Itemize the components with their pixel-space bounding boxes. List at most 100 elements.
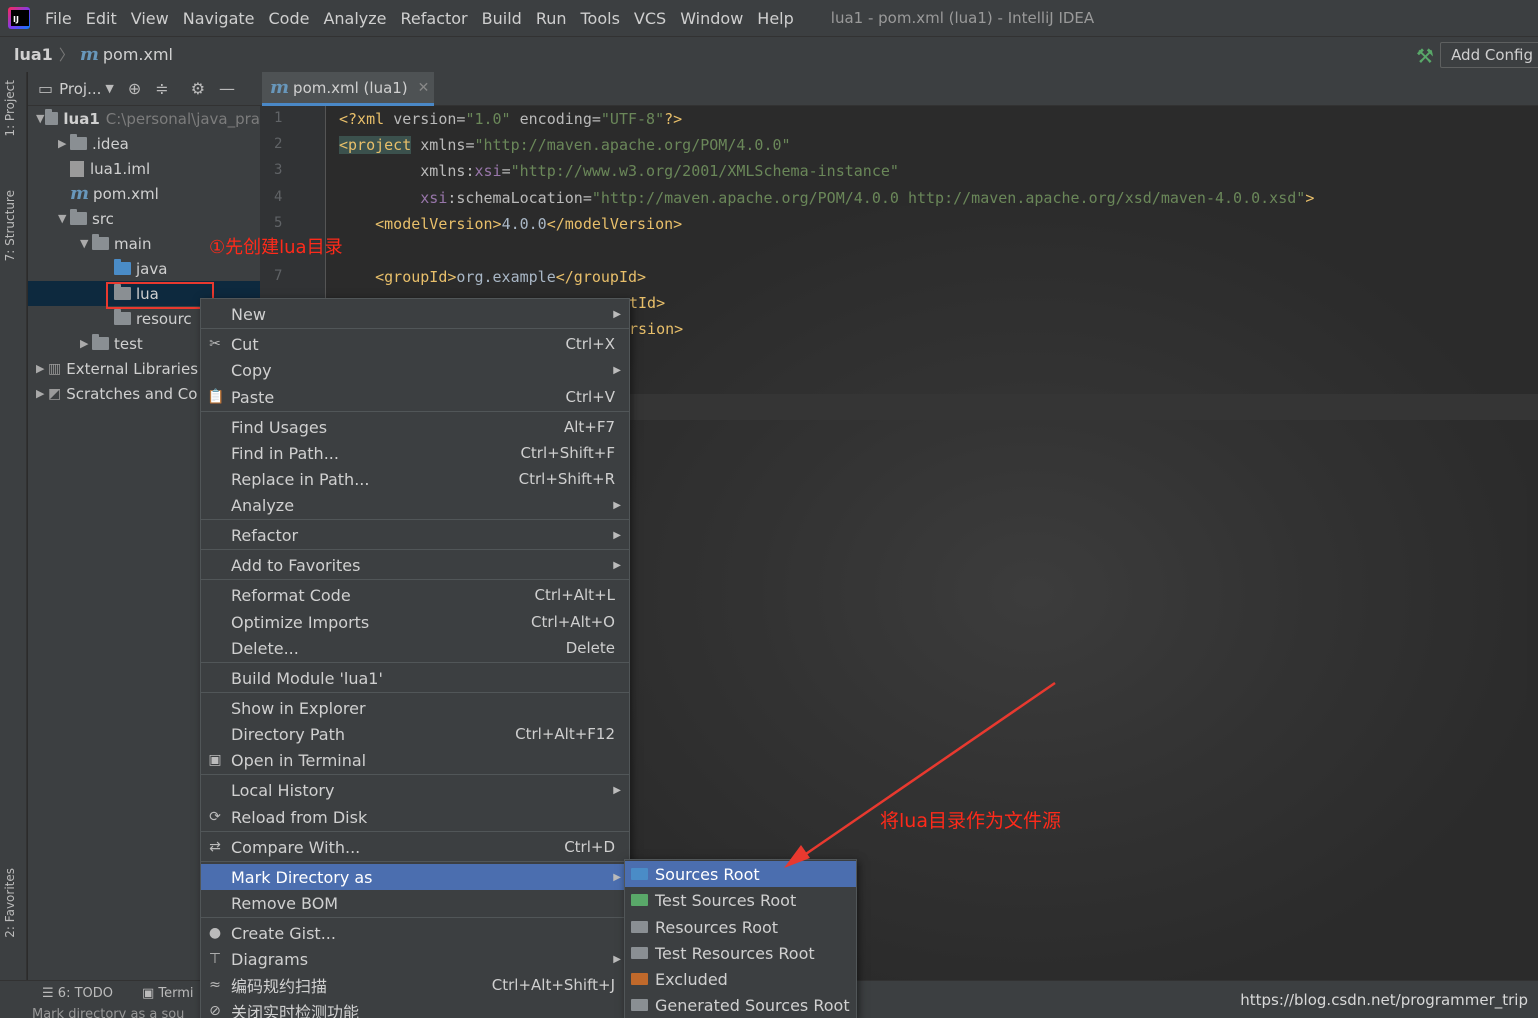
menu-item-new[interactable]: New ▶ — [201, 301, 629, 327]
project-view-selector[interactable]: Proj... — [59, 80, 101, 98]
menu-item-optimize-imports[interactable]: Optimize Imports Ctrl+Alt+O — [201, 609, 629, 635]
chevron-down-icon[interactable]: ▼ — [105, 82, 113, 95]
menu-item-diagrams[interactable]: ⊤ Diagrams ▶ — [201, 946, 629, 972]
menu-item-shortcut: Ctrl+D — [564, 838, 615, 856]
menu-code[interactable]: Code — [269, 9, 310, 28]
todo-tool-tab[interactable]: ☰ 6: TODO — [42, 986, 113, 1001]
build-hammer-icon[interactable]: ⚒ — [1416, 44, 1438, 68]
menu-tools[interactable]: Tools — [581, 9, 620, 28]
collapse-arrow-icon[interactable]: ▶ — [58, 137, 70, 150]
code-token: "http://maven.apache.org/POM/4.0.0" — [474, 136, 791, 154]
line-number: 2 — [274, 136, 283, 152]
menu-separator — [201, 662, 629, 663]
status-message: Mark directory as a sou — [32, 1007, 185, 1018]
menu-item-label: Find Usages — [231, 417, 328, 437]
menu-item-copy[interactable]: Copy ▶ — [201, 357, 629, 383]
tree-item-label: main — [114, 234, 152, 253]
project-tool-tab[interactable]: 1: Project — [3, 80, 17, 137]
submenu-item-excluded[interactable]: Excluded — [625, 966, 856, 992]
folder-icon — [70, 134, 87, 150]
menu-item-build-module-lua1[interactable]: Build Module 'lua1' — [201, 665, 629, 691]
menu-view[interactable]: View — [131, 9, 169, 28]
menu-item-find-usages[interactable]: Find Usages Alt+F7 — [201, 414, 629, 440]
menu-item-create-gist[interactable]: ● Create Gist... — [201, 920, 629, 946]
menu-item-cn-25[interactable]: ⊘ 关闭实时检测功能 — [201, 998, 629, 1018]
menu-item-icon: ▣ — [208, 752, 222, 768]
menu-navigate[interactable]: Navigate — [183, 9, 255, 28]
menu-item-remove-bom[interactable]: Remove BOM — [201, 890, 629, 916]
menu-item-label: Directory Path — [231, 724, 345, 744]
expand-arrow-icon[interactable]: ▼ — [36, 112, 45, 125]
menu-item-icon: ⟳ — [209, 809, 221, 825]
menu-run[interactable]: Run — [536, 9, 567, 28]
menu-item-mark-directory-as[interactable]: Mark Directory as ▶ — [201, 864, 629, 890]
tree-item-lua1-iml[interactable]: lua1.iml — [28, 156, 260, 181]
menu-item-paste[interactable]: 📋 Paste Ctrl+V — [201, 384, 629, 410]
favorites-tool-tab[interactable]: 2: Favorites — [3, 868, 17, 938]
menu-item-label: Analyze — [231, 495, 295, 515]
tree-item-src[interactable]: ▼ src — [28, 206, 260, 231]
menu-item-compare-with[interactable]: ⇄ Compare With... Ctrl+D — [201, 834, 629, 860]
menu-item-refactor[interactable]: Refactor ▶ — [201, 522, 629, 548]
submenu-item-test-sources-root[interactable]: Test Sources Root — [625, 887, 856, 913]
tree-item-pom-xml[interactable]: m pom.xml — [28, 181, 260, 206]
breadcrumb-project[interactable]: lua1 — [14, 45, 53, 64]
menu-item-shortcut: Alt+F7 — [563, 418, 615, 436]
locate-target-icon[interactable]: ⊕ — [128, 79, 141, 98]
code-token: </groupId> — [555, 268, 647, 286]
menu-edit[interactable]: Edit — [86, 9, 117, 28]
submenu-item-sources-root[interactable]: Sources Root — [625, 861, 856, 887]
menu-refactor[interactable]: Refactor — [401, 9, 468, 28]
menu-item-delete[interactable]: Delete... Delete — [201, 635, 629, 661]
menu-item-shortcut: Ctrl+Alt+L — [534, 586, 616, 604]
submenu-item-generated-sources-root[interactable]: Generated Sources Root — [625, 992, 856, 1018]
submenu-item-test-resources-root[interactable]: Test Resources Root — [625, 940, 856, 966]
menu-build[interactable]: Build — [482, 9, 522, 28]
todo-label: 6: TODO — [57, 986, 113, 1001]
project-view-icon: ▭ — [38, 79, 54, 98]
tab-pom-xml[interactable]: m pom.xml (lua1) ✕ — [262, 72, 434, 106]
menu-item-open-in-terminal[interactable]: ▣ Open in Terminal — [201, 747, 629, 773]
tree-item-lua1[interactable]: ▼ lua1 C:\personal\java_pra — [28, 106, 260, 131]
collapse-arrow-icon[interactable]: ▶ — [80, 337, 92, 350]
tree-item-java[interactable]: java — [28, 256, 260, 281]
menu-file[interactable]: File — [45, 9, 72, 28]
menu-window[interactable]: Window — [680, 9, 743, 28]
menu-item-directory-path[interactable]: Directory Path Ctrl+Alt+F12 — [201, 721, 629, 747]
menu-analyze[interactable]: Analyze — [323, 9, 386, 28]
menu-help[interactable]: Help — [757, 9, 793, 28]
code-token: version — [393, 110, 457, 128]
tree-item--idea[interactable]: ▶ .idea — [28, 131, 260, 156]
collapse-arrow-icon[interactable]: ▶ — [36, 362, 48, 375]
menu-item-cn-24[interactable]: ≈ 编码规约扫描 Ctrl+Alt+Shift+J — [201, 972, 629, 998]
menu-item-replace-in-path[interactable]: Replace in Path... Ctrl+Shift+R — [201, 466, 629, 492]
menu-item-label: New — [231, 304, 266, 324]
menu-item-find-in-path[interactable]: Find in Path... Ctrl+Shift+F — [201, 440, 629, 466]
menu-item-cut[interactable]: ✂ Cut Ctrl+X — [201, 331, 629, 357]
menu-item-add-to-favorites[interactable]: Add to Favorites ▶ — [201, 552, 629, 578]
menu-item-show-in-explorer[interactable]: Show in Explorer — [201, 695, 629, 721]
menu-item-reformat-code[interactable]: Reformat Code Ctrl+Alt+L — [201, 582, 629, 608]
breadcrumb-file[interactable]: pom.xml — [103, 45, 173, 64]
menu-separator — [201, 917, 629, 918]
submenu-item-resources-root[interactable]: Resources Root — [625, 914, 856, 940]
terminal-tool-tab[interactable]: ▣ Termi — [142, 986, 194, 1001]
menu-item-shortcut: Ctrl+X — [565, 335, 615, 353]
add-configuration-button[interactable]: Add Config — [1440, 42, 1538, 68]
gear-icon[interactable]: ⚙ — [191, 79, 205, 98]
collapse-arrow-icon[interactable]: ▶ — [36, 387, 48, 400]
close-icon[interactable]: ✕ — [418, 80, 430, 96]
minimize-icon[interactable]: — — [219, 79, 235, 98]
menu-item-label: Remove BOM — [231, 893, 339, 913]
structure-tool-tab[interactable]: 7: Structure — [3, 190, 17, 261]
navigation-bar: lua1 〉 m pom.xml ⚒ Add Config — [0, 36, 1538, 72]
menu-vcs[interactable]: VCS — [634, 9, 666, 28]
expand-arrow-icon[interactable]: ▼ — [58, 212, 70, 225]
menu-separator — [201, 549, 629, 550]
collapse-all-icon[interactable]: ≑ — [155, 79, 168, 98]
code-token: xsi — [474, 162, 502, 180]
menu-item-analyze[interactable]: Analyze ▶ — [201, 492, 629, 518]
menu-item-reload-from-disk[interactable]: ⟳ Reload from Disk — [201, 804, 629, 830]
menu-item-local-history[interactable]: Local History ▶ — [201, 777, 629, 803]
expand-arrow-icon[interactable]: ▼ — [80, 237, 92, 250]
